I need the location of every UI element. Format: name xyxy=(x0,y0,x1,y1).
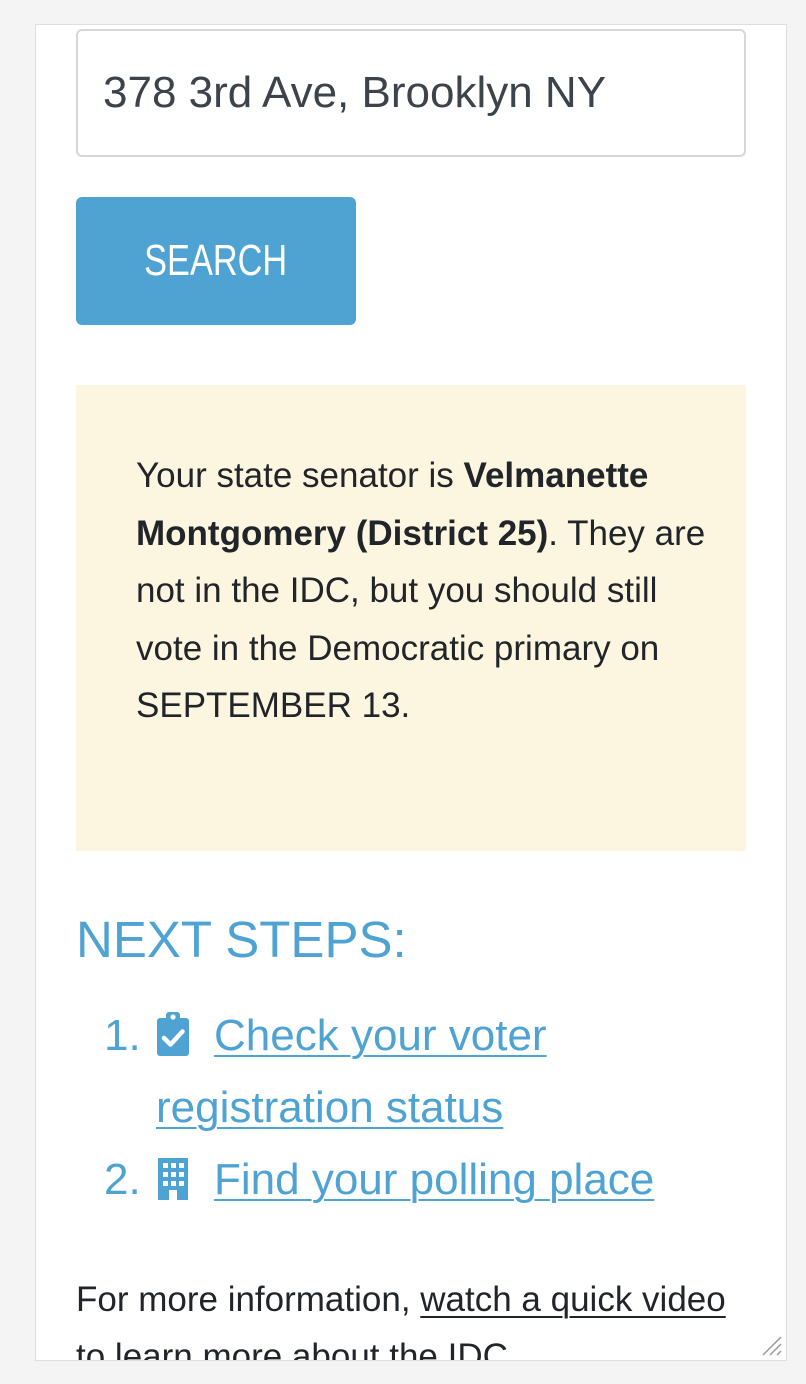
next-steps-title: NEXT STEPS: xyxy=(76,911,407,968)
check-registration-link[interactable]: Check your voter registration status xyxy=(156,1011,547,1132)
step-check-registration: 1. Check your voter registration status xyxy=(104,1000,744,1144)
building-icon xyxy=(156,1150,190,1200)
step-find-polling-place: 2. Find your polling place xyxy=(104,1144,744,1216)
address-search-input[interactable] xyxy=(76,29,746,157)
search-button[interactable]: SEARCH xyxy=(76,197,356,325)
resize-handle-icon[interactable] xyxy=(759,1333,783,1357)
find-polling-place-link[interactable]: Find your polling place xyxy=(214,1155,654,1204)
search-button-label: SEARCH xyxy=(144,236,288,285)
step-number: 2. xyxy=(104,1155,141,1204)
content-frame: SEARCH Your state senator is Velmanette … xyxy=(35,24,787,1361)
next-steps-list: 1. Check your voter registration status … xyxy=(104,1000,744,1216)
more-info-text: For more information, watch a quick vide… xyxy=(76,1271,746,1360)
step-number: 1. xyxy=(104,1011,141,1060)
clipboard-check-icon xyxy=(156,1006,190,1056)
senator-district: (District 25) xyxy=(355,513,549,553)
result-intro: Your state senator is xyxy=(136,456,454,495)
more-info-prefix: For more information, xyxy=(76,1280,421,1319)
senator-result-box: Your state senator is Velmanette Montgom… xyxy=(76,385,746,851)
